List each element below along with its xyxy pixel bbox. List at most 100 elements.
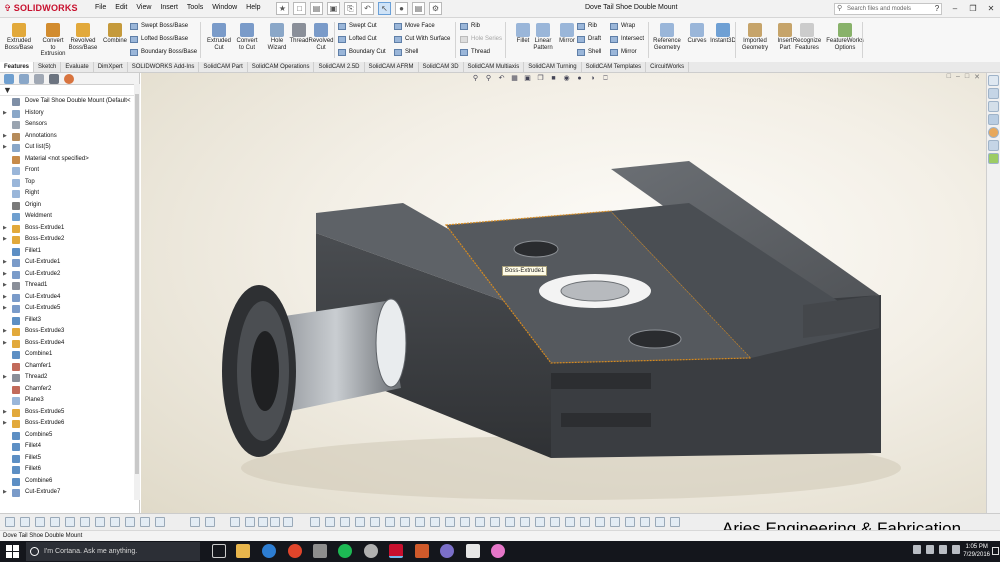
expand-arrow-icon[interactable]: ▶ [3,326,7,338]
dovetail-mount-model[interactable] [141,73,986,513]
menu-help[interactable]: Help [246,4,260,11]
restore-button[interactable]: ❐ [964,0,982,17]
solidworks-taskbar-icon[interactable] [389,544,403,558]
tree-item-thread1[interactable]: ▶ Thread1 [0,280,139,292]
feature-tree-scrollbar[interactable] [134,84,140,500]
sketch-tool-icon[interactable] [355,517,365,527]
appearances-icon[interactable] [988,127,999,138]
tab-evaluate[interactable]: Evaluate [61,62,94,72]
expand-arrow-icon[interactable]: ▶ [3,487,7,499]
rebuild-icon[interactable]: ● [395,2,408,15]
tree-item-fillet1[interactable]: Fillet1 [0,246,139,258]
expand-arrow-icon[interactable]: ▶ [3,269,7,281]
options-gear-icon[interactable]: ⚙ [429,2,442,15]
solidworks-resources-icon[interactable] [988,75,999,86]
tab-solidcam-templates[interactable]: SolidCAM Templates [582,62,647,72]
configuration-manager-tab-icon[interactable] [34,74,44,84]
featureworks-options-button[interactable]: FeatureWorks Options [825,23,865,51]
sketch-tool-icon[interactable] [20,517,30,527]
tree-item-annotations[interactable]: ▶ Annotations [0,131,139,143]
tree-item-combine1[interactable]: Combine1 [0,349,139,361]
sketch-tool-icon[interactable] [205,517,215,527]
lofted-boss-button[interactable]: Lofted Boss/Base [130,35,188,44]
tree-item-chamfer1[interactable]: Chamfer1 [0,361,139,373]
expand-arrow-icon[interactable]: ▶ [3,418,7,430]
move-face-button[interactable]: Move Face [394,22,435,31]
sketch-tool-icon[interactable] [520,517,530,527]
sketch-tool-icon[interactable] [595,517,605,527]
scrollbar-thumb[interactable] [135,94,139,474]
custom-properties-icon[interactable] [988,140,999,151]
sketch-tool-icon[interactable] [475,517,485,527]
sketch-tool-icon[interactable] [430,517,440,527]
minimize-button[interactable]: – [946,0,964,17]
sketch-tool-icon[interactable] [270,517,280,527]
tree-item-cut-extrude5[interactable]: ▶ Cut-Extrude5 [0,303,139,315]
sketch-tool-icon[interactable] [490,517,500,527]
expand-arrow-icon[interactable]: ▶ [3,303,7,315]
start-button[interactable] [6,545,19,558]
sketch-tool-icon[interactable] [283,517,293,527]
tree-item-material-not-specified[interactable]: Material <not specified> [0,154,139,166]
revolved-boss-button[interactable]: Revolved Boss/Base [68,23,98,51]
chrome-icon[interactable] [288,544,302,558]
sketch-tool-icon[interactable] [325,517,335,527]
photos-app-icon[interactable] [466,544,480,558]
tree-item-dove-tail-shoe-double-mount-default[interactable]: Dove Tail Shoe Double Mount (Default< [0,96,139,108]
sketch-tool-icon[interactable] [95,517,105,527]
swept-cut-button[interactable]: Swept Cut [338,22,377,31]
media-app-icon[interactable] [440,544,454,558]
wrap-button[interactable]: Wrap [610,22,635,31]
design-library-icon[interactable] [988,88,999,99]
save-icon[interactable]: ▣ [327,2,340,15]
boundary-cut-button[interactable]: Boundary Cut [338,48,386,57]
edge-browser-icon[interactable] [262,544,276,558]
sketch-tool-icon[interactable] [80,517,90,527]
file-explorer-icon[interactable] [988,101,999,112]
dimxpert-tab-icon[interactable] [49,74,59,84]
sketch-tool-icon[interactable] [565,517,575,527]
expand-arrow-icon[interactable]: ▶ [3,223,7,235]
sketch-tool-icon[interactable] [310,517,320,527]
sketch-tool-icon[interactable] [400,517,410,527]
action-center-icon[interactable] [992,547,999,555]
tree-item-boss-extrude4[interactable]: ▶ Boss-Extrude4 [0,338,139,350]
expand-arrow-icon[interactable]: ▶ [3,142,7,154]
revolved-cut-button[interactable]: Revolved Cut [306,23,336,51]
rear-threaded-hole[interactable] [513,240,559,258]
expand-arrow-icon[interactable]: ▶ [3,292,7,304]
tree-item-fillet6[interactable]: Fillet6 [0,464,139,476]
recognize-features-button[interactable]: Recognize Features [792,23,822,51]
tab-solidcam-operations[interactable]: SolidCAM Operations [248,62,315,72]
front-threaded-hole[interactable] [628,329,682,349]
sketch-tool-icon[interactable] [385,517,395,527]
select-arrow-icon[interactable]: ↖ [378,2,391,15]
sketch-tool-icon[interactable] [535,517,545,527]
sketch-tool-icon[interactable] [245,517,255,527]
tree-item-cut-extrude2[interactable]: ▶ Cut-Extrude2 [0,269,139,281]
property-manager-tab-icon[interactable] [19,74,29,84]
tree-item-fillet5[interactable]: Fillet5 [0,453,139,465]
network-icon[interactable] [926,545,934,554]
sketch-tool-icon[interactable] [110,517,120,527]
feature-tree-tab-icon[interactable] [4,74,14,84]
menu-file[interactable]: File [95,4,106,11]
file-explorer-app-icon[interactable] [236,544,250,558]
cortana-search-box[interactable]: I'm Cortana. Ask me anything. [26,542,200,561]
convert-to-cut-button[interactable]: Convert to Cut [232,23,262,51]
sketch-tool-icon[interactable] [505,517,515,527]
file-properties-icon[interactable]: ▤ [412,2,425,15]
sketch-tool-icon[interactable] [65,517,75,527]
expand-arrow-icon[interactable]: ▶ [3,257,7,269]
sketch-tool-icon[interactable] [140,517,150,527]
tree-item-chamfer2[interactable]: Chamfer2 [0,384,139,396]
tree-item-right[interactable]: Right [0,188,139,200]
print-icon[interactable]: ⎘ [344,2,357,15]
expand-arrow-icon[interactable]: ▶ [3,131,7,143]
tab-circuitworks[interactable]: CircuitWorks [646,62,690,72]
cut-with-surface-button[interactable]: Cut With Surface [394,35,450,44]
tree-item-origin[interactable]: Origin [0,200,139,212]
undo-icon[interactable]: ↶ [361,2,374,15]
tab-sketch[interactable]: Sketch [34,62,62,72]
solidworks-logo[interactable]: ✞ SOLIDWORKS [4,3,78,14]
